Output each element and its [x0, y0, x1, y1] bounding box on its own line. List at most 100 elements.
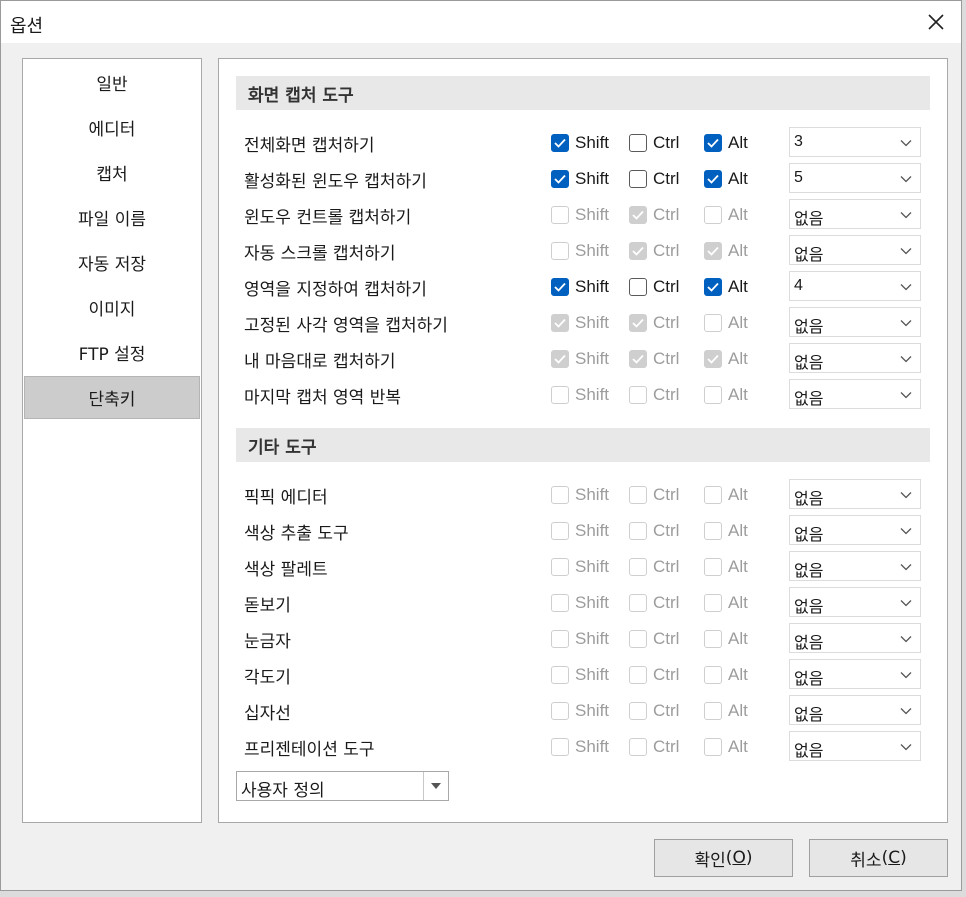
- ctrl-label: Ctrl: [653, 133, 680, 152]
- key-select[interactable]: 4: [789, 271, 921, 301]
- caret-down-icon: [431, 783, 441, 789]
- nav-item-label: 캡처: [96, 165, 128, 185]
- section-header: 화면 캡처 도구: [236, 76, 930, 110]
- nav-item-capture[interactable]: 캡처: [24, 151, 200, 194]
- shift-checkbox: Shift: [551, 484, 609, 506]
- shift-label: Shift: [575, 241, 610, 260]
- nav-item-editor[interactable]: 에디터: [24, 106, 200, 149]
- key-select[interactable]: 없음: [789, 235, 921, 265]
- checkmark-icon: [707, 174, 719, 184]
- nav-item-label: 자동 저장: [78, 255, 146, 275]
- checkbox-box: [629, 134, 647, 152]
- checkbox-box: [629, 350, 647, 368]
- cancel-button[interactable]: 취소(C): [809, 839, 948, 877]
- checkbox-box: [629, 558, 647, 576]
- key-select[interactable]: 없음: [789, 479, 921, 509]
- key-select[interactable]: 없음: [789, 343, 921, 373]
- checkmark-icon: [632, 318, 644, 328]
- shift-label: Shift: [575, 385, 610, 404]
- key-select[interactable]: 없음: [789, 551, 921, 581]
- nav-item-label: FTP 설정: [78, 345, 146, 365]
- ctrl-label: Ctrl: [653, 593, 680, 612]
- key-select[interactable]: 3: [789, 127, 921, 157]
- shift-checkbox: Shift: [551, 664, 609, 686]
- alt-checkbox: Alt: [704, 664, 748, 686]
- key-select[interactable]: 없음: [789, 659, 921, 689]
- key-select[interactable]: 없음: [789, 695, 921, 725]
- key-select[interactable]: 없음: [789, 307, 921, 337]
- nav-item-general[interactable]: 일반: [24, 61, 200, 104]
- checkbox-box: [551, 242, 569, 260]
- checkbox-box: [551, 630, 569, 648]
- key-select-value: 없음: [794, 211, 824, 228]
- alt-label: Alt: [728, 349, 748, 368]
- nav-item-file-name[interactable]: 파일 이름: [24, 196, 200, 239]
- shift-checkbox: Shift: [551, 312, 609, 334]
- close-icon: [928, 14, 944, 30]
- preset-dropdown[interactable]: 사용자 정의: [236, 771, 449, 801]
- shift-label: Shift: [575, 485, 610, 504]
- key-select-value: 없음: [794, 247, 824, 264]
- ok-button[interactable]: 확인(O): [654, 839, 793, 877]
- shift-checkbox[interactable]: Shift: [551, 132, 609, 154]
- checkbox-box: [704, 242, 722, 260]
- checkbox-box: [704, 594, 722, 612]
- key-select[interactable]: 5: [789, 163, 921, 193]
- hotkey-row: 고정된 사각 영역을 캡처하기 Shift Ctrl Alt 없음: [219, 305, 947, 339]
- shift-checkbox: Shift: [551, 520, 609, 542]
- checkmark-icon: [707, 354, 719, 364]
- nav-item-image[interactable]: 이미지: [24, 286, 200, 329]
- hotkey-row: 내 마음대로 캡처하기 Shift Ctrl Alt 없음: [219, 341, 947, 375]
- chevron-down-icon: [900, 636, 912, 643]
- ctrl-label: Ctrl: [653, 701, 680, 720]
- checkbox-box: [704, 314, 722, 332]
- alt-checkbox: Alt: [704, 384, 748, 406]
- ctrl-checkbox: Ctrl: [629, 592, 679, 614]
- checkmark-icon: [632, 246, 644, 256]
- checkmark-icon: [554, 174, 566, 184]
- alt-checkbox[interactable]: Alt: [704, 276, 748, 298]
- nav-item-ftp-settings[interactable]: FTP 설정: [24, 331, 200, 374]
- ctrl-label: Ctrl: [653, 313, 680, 332]
- key-select[interactable]: 없음: [789, 623, 921, 653]
- shift-label: Shift: [575, 737, 610, 756]
- key-select[interactable]: 없음: [789, 731, 921, 761]
- checkmark-icon: [554, 282, 566, 292]
- shift-label: Shift: [575, 313, 610, 332]
- alt-checkbox[interactable]: Alt: [704, 132, 748, 154]
- alt-checkbox: Alt: [704, 556, 748, 578]
- chevron-down-icon: [900, 708, 912, 715]
- shift-checkbox[interactable]: Shift: [551, 276, 609, 298]
- hotkey-label: 픽픽 에디터: [244, 488, 328, 508]
- preset-value: 사용자 정의: [241, 781, 325, 801]
- alt-checkbox[interactable]: Alt: [704, 168, 748, 190]
- ctrl-checkbox: Ctrl: [629, 384, 679, 406]
- key-select-value: 없음: [794, 527, 824, 544]
- checkbox-box: [551, 314, 569, 332]
- key-select-value: 없음: [794, 319, 824, 336]
- key-select-value: 없음: [794, 491, 824, 508]
- key-select[interactable]: 없음: [789, 515, 921, 545]
- nav-item-hotkeys[interactable]: 단축키: [24, 376, 200, 419]
- chevron-down-icon: [900, 284, 912, 291]
- key-select-value: 5: [794, 169, 803, 186]
- ctrl-checkbox[interactable]: Ctrl: [629, 276, 679, 298]
- alt-label: Alt: [728, 629, 748, 648]
- hotkey-row: 전체화면 캡처하기 Shift Ctrl Alt 3: [219, 125, 947, 159]
- checkmark-icon: [707, 138, 719, 148]
- nav-item-auto-save[interactable]: 자동 저장: [24, 241, 200, 284]
- chevron-down-icon: [900, 528, 912, 535]
- ctrl-checkbox[interactable]: Ctrl: [629, 168, 679, 190]
- checkmark-icon: [632, 210, 644, 220]
- key-select[interactable]: 없음: [789, 587, 921, 617]
- checkbox-box: [704, 170, 722, 188]
- hotkey-label: 색상 팔레트: [244, 560, 328, 580]
- alt-checkbox: Alt: [704, 736, 748, 758]
- key-select[interactable]: 없음: [789, 199, 921, 229]
- checkbox-box: [629, 386, 647, 404]
- ctrl-checkbox[interactable]: Ctrl: [629, 132, 679, 154]
- close-button[interactable]: [921, 7, 951, 37]
- key-select[interactable]: 없음: [789, 379, 921, 409]
- dropdown-arrow-button[interactable]: [423, 772, 448, 800]
- shift-checkbox[interactable]: Shift: [551, 168, 609, 190]
